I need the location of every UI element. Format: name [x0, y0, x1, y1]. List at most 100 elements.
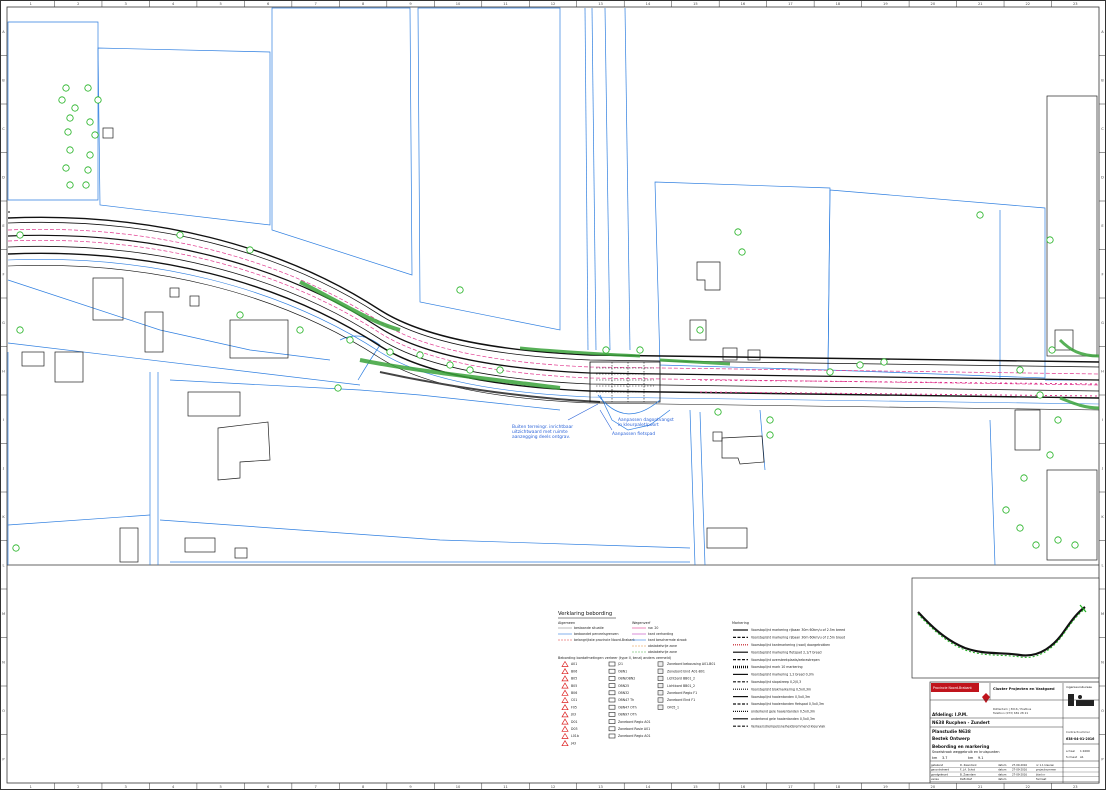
- grid-row-label-left: F: [2, 272, 4, 276]
- svg-text:obstakelvrije zone: obstakelvrije zone: [648, 644, 677, 648]
- sign-board-icon: [608, 712, 616, 717]
- title-block-cell: datum: [998, 768, 1007, 772]
- grid-row-label-left: I: [3, 418, 4, 422]
- svg-text:belangrijkste provincie Noord-: belangrijkste provincie Noord-Brabant: [574, 638, 635, 642]
- marking-label: Voorstaplijnt markering rijbaan 30m 60km…: [751, 636, 845, 640]
- sign-board-icon: [608, 726, 616, 732]
- sign-board-icon: [608, 704, 616, 710]
- tree-icon: [416, 351, 424, 359]
- grid-col-label-bottom: 18: [836, 785, 841, 789]
- tree-icon: [16, 231, 24, 239]
- marking-label: onderkend gele haaientanden 0,5x0,3m: [751, 710, 815, 714]
- svg-text:bedaandet perceelsgrenzen: bedaandet perceelsgrenzen: [574, 632, 619, 636]
- sign-board-icon: [608, 719, 616, 724]
- sign-label: OBN32: [618, 691, 629, 695]
- title-block-cell: datum: [998, 777, 1007, 781]
- sign-label: F05: [571, 705, 577, 709]
- grid-row-label-left: L: [2, 563, 4, 567]
- tree-icon: [1054, 536, 1062, 544]
- grid-col-label-top: 20: [931, 2, 936, 6]
- zone-sign-icon: [657, 675, 664, 681]
- tree-icon: [86, 151, 94, 159]
- tree-icon: [246, 246, 254, 254]
- marking-label: Verkeersdrempel/snelheidsremmend kleurvl…: [751, 724, 825, 728]
- phase: Bestek Ontwerp: [932, 736, 970, 741]
- tree-icon: [236, 311, 244, 319]
- tree-icon: [696, 326, 704, 334]
- tree-icon: [856, 361, 864, 369]
- grid-col-label-bottom: 20: [931, 785, 936, 789]
- tree-icon: [1048, 346, 1056, 354]
- grid-col-label-bottom: 21: [978, 785, 983, 789]
- grid-col-label-top: 2: [77, 2, 79, 6]
- grid-col-label-bottom: 15: [693, 785, 698, 789]
- sign-label: Lichtbord BB01_2: [667, 684, 695, 688]
- tree-icon: [636, 346, 644, 354]
- zone-sign-icon: [657, 690, 664, 696]
- legend-signs-heading: Bebording bordafmetingen verkeer (type I…: [558, 656, 672, 660]
- svg-text:nw. 20: nw. 20: [648, 626, 658, 630]
- sign-label: D03: [571, 727, 578, 731]
- grid-col-label-bottom: 5: [220, 785, 222, 789]
- legend-title: Verklaring bebording: [558, 611, 612, 617]
- marking-label: onderkend gele haaientanden 0,5x0,3m: [751, 717, 815, 721]
- title-block-cell: nr 1.1 kleuren: [1036, 763, 1055, 767]
- tree-icon: [734, 228, 742, 236]
- sign-label: Zonebord Rosie A01: [618, 727, 650, 731]
- grid-col-label-top: 17: [788, 2, 793, 6]
- tree-icon: [84, 84, 92, 92]
- sign-board-icon: [608, 668, 616, 674]
- title-block-cell: getekend: [931, 763, 944, 767]
- tree-icon: [880, 358, 888, 366]
- grid-col-label-top: 12: [551, 2, 556, 6]
- tree-icon: [466, 366, 474, 374]
- svg-text:bestaande situatie: bestaande situatie: [574, 626, 604, 630]
- legend-general-heading: Algemeen: [558, 621, 575, 625]
- company-label: ingenieursbureau: [1066, 685, 1092, 689]
- tree-icon: [766, 431, 774, 439]
- client-name: Provincie Noord-Brabant: [933, 686, 973, 690]
- tree-icon: [602, 346, 610, 354]
- grid-col-label-top: 3: [125, 2, 127, 6]
- marking-label: Voorstaplijnt kantmarkering (rood) doorg…: [751, 643, 830, 647]
- sign-label: OBN25: [618, 684, 629, 688]
- grid-row-label-right: H: [1101, 369, 1104, 373]
- grid-col-label-bottom: 13: [598, 785, 603, 789]
- grid-col-label-top: 23: [1073, 2, 1078, 6]
- grid-col-label-top: 18: [836, 2, 841, 6]
- tree-icon: [296, 326, 304, 334]
- tree-icon: [1032, 541, 1040, 549]
- sign-board-icon: [608, 733, 616, 739]
- company-phone: Telefoon (073) 681 28 21: [992, 711, 1028, 715]
- tree-icon: [66, 114, 74, 122]
- title-block: Provincie Noord-Brabant Cluster Projecte…: [929, 681, 1100, 784]
- tree-icon: [1036, 391, 1044, 399]
- marking-label: Voorstaplijnt haaientanden fietspad 0,5x…: [751, 702, 824, 706]
- tree-icon: [496, 366, 504, 374]
- tree-icon: [1046, 451, 1054, 459]
- km-to-label: km: [968, 756, 974, 760]
- tree-icon: [386, 348, 394, 356]
- grid-col-label-top: 14: [646, 2, 651, 6]
- sign-label: J03: [570, 713, 576, 717]
- legend-paint-heading: Wegenverf: [632, 621, 651, 625]
- tree-icon: [1054, 416, 1062, 424]
- title-block-cell: datum: [998, 772, 1007, 776]
- tree-icon: [94, 96, 102, 104]
- km-to: 9.1: [978, 756, 983, 760]
- sign-label: B05: [571, 684, 577, 688]
- grid-row-label-right: F: [1101, 272, 1103, 276]
- marking-label: Voorstaplijnt haaientanden 0,5x0,3m: [751, 695, 810, 699]
- tree-icon: [66, 146, 74, 154]
- sign-label: Zonebord Regio F1: [667, 691, 697, 695]
- marking-label: Voorstaplijnt mark 10 markering: [751, 665, 803, 669]
- tree-icon: [66, 181, 74, 189]
- sign-label: B06: [571, 669, 577, 673]
- sign-label: J43: [570, 741, 576, 745]
- grid-row-label-right: I: [1102, 418, 1103, 422]
- department: Afdeling: I.P.M.: [932, 712, 968, 717]
- grid-col-label-bottom: 16: [741, 785, 746, 789]
- title-block-cell: goedgekeurd: [931, 772, 948, 776]
- scale: 1:1000: [1080, 749, 1090, 753]
- sign-board-icon: [608, 661, 616, 667]
